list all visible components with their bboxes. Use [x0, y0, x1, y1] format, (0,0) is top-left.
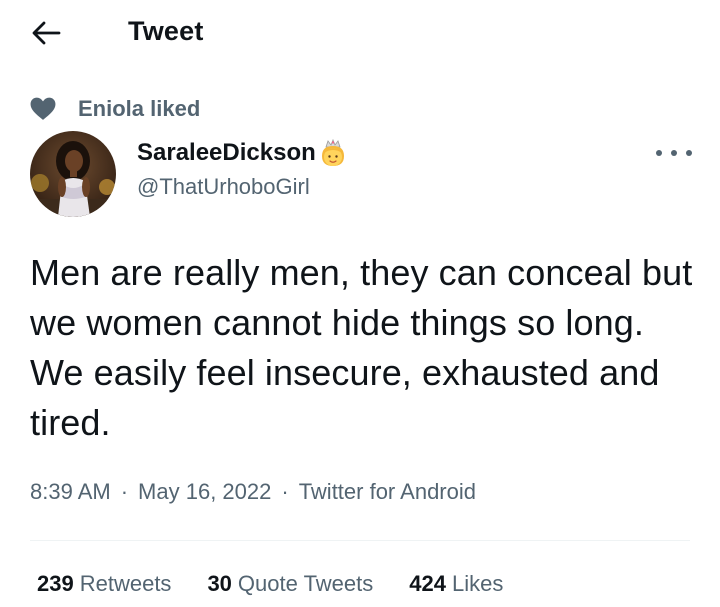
- more-dot-icon: [686, 150, 692, 156]
- author-block: SaraleeDickson @ThatUrhoboGirl: [137, 138, 348, 200]
- more-options-button[interactable]: [656, 143, 692, 163]
- more-dot-icon: [656, 150, 662, 156]
- divider: [30, 540, 690, 541]
- meta-separator: ·: [120, 479, 129, 504]
- user-handle[interactable]: @ThatUrhoboGirl: [137, 174, 348, 200]
- quote-tweets-count: 30: [207, 571, 232, 596]
- tweet-meta: 8:39 AM · May 16, 2022 · Twitter for And…: [30, 476, 476, 508]
- likes-stat[interactable]: 424 Likes: [409, 571, 503, 597]
- tweet-text: Men are really men, they can conceal but…: [30, 252, 693, 443]
- more-dot-icon: [671, 150, 677, 156]
- retweets-label: Retweets: [79, 571, 172, 596]
- avatar-photo: [30, 131, 116, 217]
- social-context-label[interactable]: Eniola liked: [78, 96, 200, 122]
- meta-separator: ·: [281, 479, 289, 504]
- display-name[interactable]: SaraleeDickson: [137, 139, 316, 167]
- likes-count: 424: [409, 571, 446, 596]
- likes-label: Likes: [451, 571, 504, 596]
- retweets-count: 239: [37, 571, 74, 596]
- header: Tweet: [0, 0, 720, 64]
- quote-tweets-stat[interactable]: 30 Quote Tweets: [207, 571, 373, 597]
- page-title: Tweet: [128, 16, 204, 46]
- tweet-date[interactable]: May 16, 2022: [138, 479, 271, 505]
- display-name-row: SaraleeDickson: [137, 138, 348, 168]
- social-context: Eniola liked: [30, 94, 200, 124]
- tweet-source[interactable]: Twitter for Android: [299, 479, 476, 505]
- back-button[interactable]: [28, 17, 64, 49]
- quote-tweets-label: Quote Tweets: [237, 571, 374, 596]
- princess-emoji-icon: [321, 138, 344, 166]
- tweet-stats: 239 Retweets 30 Quote Tweets 424 Likes: [37, 567, 539, 601]
- avatar[interactable]: [30, 131, 116, 217]
- arrow-left-icon: [32, 21, 61, 45]
- heart-icon: [30, 97, 56, 120]
- retweets-stat[interactable]: 239 Retweets: [37, 571, 171, 597]
- tweet-time[interactable]: 8:39 AM: [30, 479, 111, 505]
